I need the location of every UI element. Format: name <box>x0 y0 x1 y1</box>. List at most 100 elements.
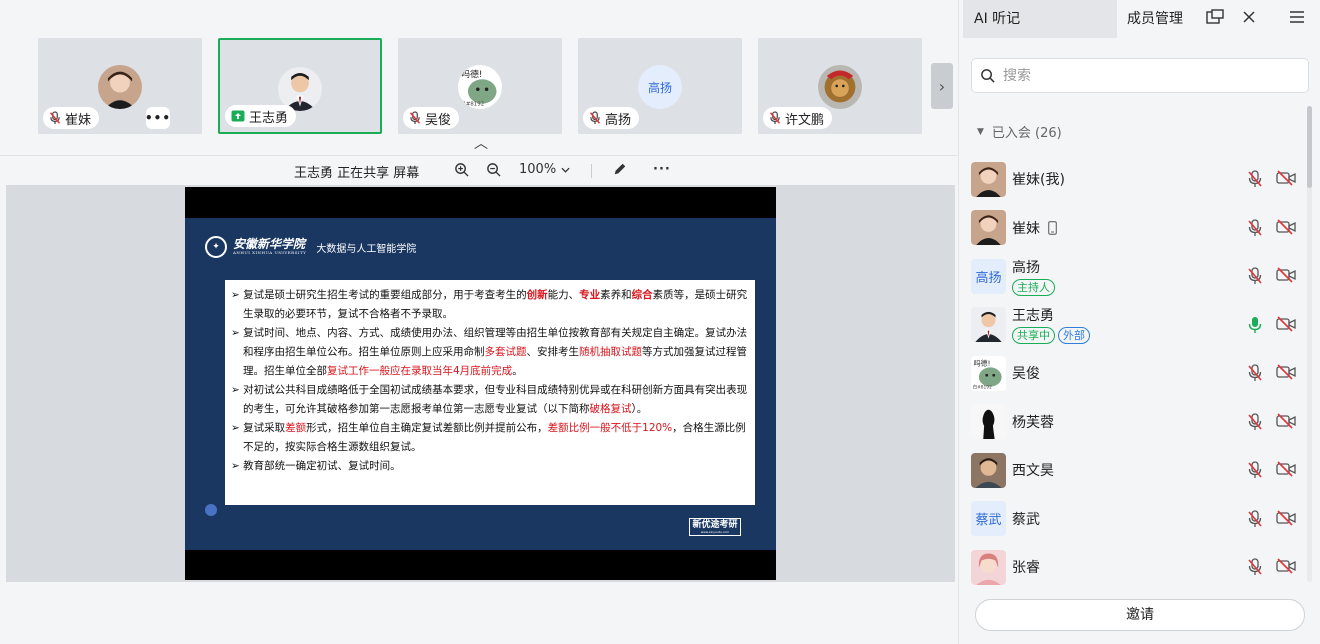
slide-bullet: ➢ 复试是硕士研究生招生考试的重要组成部分，用于考查考生的创新能力、专业素养和综… <box>231 289 748 320</box>
caret-down-icon: ▼ <box>977 126 984 137</box>
role-badge: 外部 <box>1058 327 1090 345</box>
camera-off-icon[interactable] <box>1276 510 1296 528</box>
member-row[interactable]: 张睿 <box>971 543 1306 592</box>
member-row[interactable]: 王志勇 共享中 外部 <box>971 301 1306 350</box>
invite-button[interactable]: 邀请 <box>975 599 1305 631</box>
svg-text:吗德!: 吗德! <box>974 358 991 367</box>
video-thumbnail[interactable]: 许文鹏 <box>758 38 922 134</box>
mic-muted-icon[interactable] <box>1247 170 1263 188</box>
video-thumbnail-strip: 崔妹 ••• 王志勇 吗德! 白#8192 吴俊 高扬 高扬 许文鹏 <box>0 0 958 140</box>
tab-member-management[interactable]: 成员管理 <box>1127 0 1183 38</box>
joined-group-header[interactable]: ▼ 已入会 (26) <box>977 122 1062 141</box>
participant-name: 王志勇 <box>249 110 289 126</box>
member-list-scrollbar[interactable] <box>1307 106 1312 582</box>
mic-icon[interactable] <box>1247 316 1263 334</box>
collapse-strip-icon[interactable]: ︿ <box>472 137 490 151</box>
video-thumbnail[interactable]: 王志勇 <box>218 38 382 134</box>
member-name: 张睿 <box>1012 560 1040 577</box>
camera-off-icon[interactable] <box>1276 461 1296 479</box>
phone-icon <box>1048 220 1057 235</box>
mic-muted-icon[interactable] <box>1247 267 1263 285</box>
mic-muted-icon[interactable] <box>1247 558 1263 576</box>
slide-text-box: ➢ 复试是硕士研究生招生考试的重要组成部分，用于考查考生的创新能力、专业素养和综… <box>225 280 755 505</box>
camera-off-icon[interactable] <box>1276 558 1296 576</box>
shared-slide: ✦ 安徽新华学院 ANHUI XINHUA UNIVERSITY 大数据与人工智… <box>185 187 776 580</box>
zoom-value: 100% <box>519 162 557 177</box>
popout-window-icon[interactable] <box>1205 9 1225 29</box>
brand-logo: 新优途考研 www.xinyoutu.com <box>689 518 741 536</box>
member-row[interactable]: 蔡武 蔡武 <box>971 495 1306 544</box>
main-area: 崔妹 ••• 王志勇 吗德! 白#8192 吴俊 高扬 高扬 许文鹏 › ︿ 王志勇 正在共享 … <box>0 0 958 644</box>
participant-name: 吴俊 <box>425 112 452 128</box>
zoom-out-icon[interactable] <box>486 162 501 177</box>
video-thumbnail[interactable]: 高扬 高扬 <box>578 38 742 134</box>
search-icon <box>981 69 995 83</box>
mic-muted-icon[interactable] <box>1247 413 1263 431</box>
member-tags: 共享中 外部 <box>1012 327 1090 345</box>
camera-off-icon[interactable] <box>1276 364 1296 382</box>
annotate-pen-icon[interactable] <box>613 162 627 176</box>
camera-off-icon[interactable] <box>1276 219 1296 237</box>
camera-off-icon[interactable] <box>1276 413 1296 431</box>
more-options-icon[interactable]: ··· <box>653 162 671 177</box>
avatar: 高扬 <box>638 65 682 109</box>
participant-name-tag: 崔妹 <box>43 107 100 129</box>
share-toolbar: 王志勇 正在共享 屏幕 100% ··· <box>0 155 958 185</box>
more-icon[interactable]: ••• <box>145 107 170 129</box>
video-thumbnail[interactable]: 崔妹 ••• <box>38 38 202 134</box>
menu-icon[interactable] <box>1287 9 1307 29</box>
mic-muted-icon <box>409 111 421 124</box>
participant-name-tag: 吴俊 <box>403 107 460 129</box>
participant-name-tag: 高扬 <box>583 107 640 129</box>
member-row[interactable]: 崔妹 <box>971 204 1306 253</box>
member-name: 蔡武 <box>1012 511 1040 528</box>
member-name: 崔妹 <box>1012 220 1040 237</box>
member-row[interactable]: 西文昊 <box>971 446 1306 495</box>
avatar: 吗德! 白#8192 <box>458 65 502 109</box>
tab-ai-notes[interactable]: AI 听记 <box>963 0 1117 38</box>
member-name: 西文昊 <box>1012 463 1054 480</box>
slide-bullet: ➢ 教育部统一确定初试、复试时间。 <box>231 460 401 472</box>
slide-content: ✦ 安徽新华学院 ANHUI XINHUA UNIVERSITY 大数据与人工智… <box>185 218 776 550</box>
avatar: 吗德! 白#8192 <box>971 355 1006 391</box>
mic-muted-icon[interactable] <box>1247 510 1263 528</box>
zoom-dropdown[interactable]: 100% <box>519 162 570 177</box>
member-name: 崔妹(我) <box>1012 172 1065 189</box>
search-input[interactable] <box>1003 67 1283 84</box>
mic-muted-icon[interactable] <box>1247 461 1263 479</box>
avatar <box>971 549 1006 585</box>
avatar <box>971 452 1006 488</box>
close-icon[interactable] <box>1239 9 1259 29</box>
avatar: 蔡武 <box>971 501 1006 537</box>
avatar <box>971 307 1006 343</box>
slide-bullet: ➢ 复试时间、地点、内容、方式、成绩使用办法、组织管理等由招生单位按教育部有关规… <box>231 327 748 377</box>
video-thumbnail[interactable]: 吗德! 白#8192 吴俊 <box>398 38 562 134</box>
member-name: 吴俊 <box>1012 366 1040 383</box>
camera-off-icon[interactable] <box>1276 316 1296 334</box>
role-badge: 主持人 <box>1012 278 1055 296</box>
school-seal-icon: ✦ <box>205 236 227 258</box>
next-page-button[interactable]: › <box>931 63 953 109</box>
mic-muted-icon <box>769 111 781 124</box>
role-badge: 共享中 <box>1012 327 1055 345</box>
member-row[interactable]: 杨芙蓉 <box>971 398 1306 447</box>
mic-muted-icon <box>589 111 601 124</box>
slide-bullet: ➢ 复试采取差额形式，招生单位自主确定复试差额比例并提前公布，差额比例一般不低于… <box>231 422 746 453</box>
presenter-label: 王志勇 正在共享 屏幕 <box>294 166 420 181</box>
member-row[interactable]: 崔妹(我) <box>971 155 1306 204</box>
avatar <box>971 161 1006 197</box>
camera-off-icon[interactable] <box>1276 267 1296 285</box>
department-name: 大数据与人工智能学院 <box>316 243 417 255</box>
camera-off-icon[interactable] <box>1276 170 1296 188</box>
zoom-in-icon[interactable] <box>454 162 469 177</box>
member-row[interactable]: 高扬 高扬 主持人 <box>971 252 1306 301</box>
mic-muted-icon[interactable] <box>1247 364 1263 382</box>
member-search-box[interactable] <box>971 58 1309 93</box>
school-logo: ✦ 安徽新华学院 ANHUI XINHUA UNIVERSITY 大数据与人工智… <box>205 236 416 258</box>
avatar: 高扬 <box>971 258 1006 294</box>
mic-muted-icon[interactable] <box>1247 219 1263 237</box>
avatar <box>971 210 1006 246</box>
member-row[interactable]: 吗德! 白#8192 吴俊 <box>971 349 1306 398</box>
chevron-down-icon <box>561 167 570 173</box>
member-tags: 主持人 <box>1012 278 1055 296</box>
